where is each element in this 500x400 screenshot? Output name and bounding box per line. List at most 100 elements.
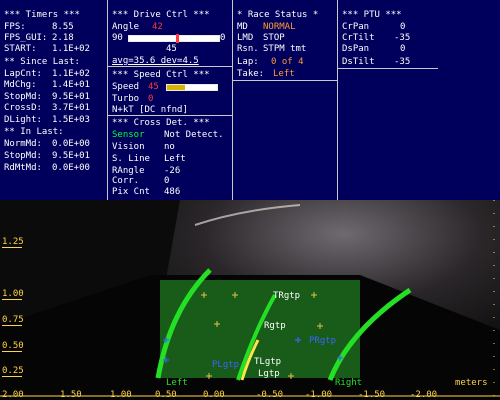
divider (233, 80, 337, 81)
lmd-value: STOP (263, 33, 285, 43)
rsn-value: STPM tmt (263, 44, 307, 54)
tlgtp-marker: TLgtp (254, 357, 282, 367)
angle-label: Angle (112, 22, 140, 32)
rgtp-marker: Rgtp (264, 321, 286, 331)
drive-panel: *** Drive Ctrl *** Angle 42 90 0 45 avg=… (108, 0, 232, 200)
x-tick: 0.00 (203, 390, 225, 400)
ptu-title: *** PTU *** (342, 10, 402, 20)
rsn-label: Rsn. (237, 44, 259, 54)
x-tick: -1.00 (305, 390, 333, 400)
units-label: meters (455, 378, 488, 388)
drive-title: *** Drive Ctrl *** (112, 10, 210, 20)
y-tick-0-50: 0.50 (2, 341, 24, 352)
stopmd2-label: StopMd: (4, 151, 42, 161)
start-label: START: (4, 44, 37, 54)
y-tick-1-00: 1.00 (2, 289, 24, 300)
lgtp-marker: Lgtp (258, 369, 280, 379)
take-value: Left (273, 69, 295, 79)
dspan-label: DsPan (342, 44, 370, 54)
plgtp-marker: PLgtp (212, 360, 240, 370)
lapcnt-value: 1.1E+02 (52, 69, 90, 79)
trgtp-marker: TRgtp (273, 291, 301, 301)
lmd-label: LMD (237, 33, 254, 43)
stopmd2-value: 9.5E+01 (52, 151, 90, 161)
x-tick: 2.00 (2, 390, 24, 400)
lap-value: 0 of 4 (271, 57, 304, 67)
pix-label: Pix Cnt (112, 187, 150, 197)
crpan-value: 0 (400, 22, 406, 32)
x-tick: 1.00 (110, 390, 132, 400)
divider (338, 68, 438, 69)
sline-label: S. Line (112, 154, 150, 164)
camera-overlay (0, 200, 500, 400)
md-value: NORMAL (263, 22, 296, 32)
stopmd-value: 9.5E+01 (52, 92, 90, 102)
turbo-value: 0 (148, 94, 154, 104)
slider-min-label: 90 (112, 33, 123, 43)
y-tick-1-25: 1.25 (2, 237, 24, 248)
in-last-title: ** In Last: (4, 127, 64, 137)
x-tick: -1.50 (358, 390, 386, 400)
race-title: * Race Status * (237, 10, 319, 20)
lap-label: Lap: (237, 57, 259, 67)
y-tick-0-25: 0.25 (2, 366, 24, 377)
fps-label: FPS: (4, 22, 26, 32)
normmd-label: NormMd: (4, 139, 42, 149)
rangle-label: RAngle (112, 166, 145, 176)
divider (108, 66, 232, 67)
slider-mid-label: 45 (166, 44, 177, 54)
slider-max-label: 0 (220, 33, 226, 43)
turbo-label: Turbo (112, 94, 140, 104)
x-tick: 0.50 (155, 390, 177, 400)
crpan-label: CrPan (342, 22, 370, 32)
crossd-label: CrossD: (4, 103, 42, 113)
speed-bar (166, 84, 218, 91)
divider (108, 115, 232, 116)
ptu-panel: *** PTU *** CrPan 0 CrTilt -35 DsPan 0 D… (338, 0, 500, 200)
fps-value: 8.55 (52, 22, 74, 32)
speed-value: 45 (148, 82, 159, 92)
dlight-label: DLight: (4, 115, 42, 125)
speed-bar-fill (167, 85, 185, 90)
angle-slider[interactable] (128, 34, 220, 43)
rangle-value: -26 (164, 166, 181, 176)
fps-gui-value: 2.18 (52, 33, 74, 43)
md-label: MD (237, 22, 248, 32)
lapcnt-label: LapCnt: (4, 69, 42, 79)
mdchg-value: 1.4E+01 (52, 80, 90, 90)
pix-value: 486 (164, 187, 181, 197)
start-value: 1.1E+02 (52, 44, 90, 54)
normmd-value: 0.0E+00 (52, 139, 90, 149)
x-tick: 1.50 (60, 390, 82, 400)
timers-title: *** Timers *** (4, 10, 80, 20)
angle-value: 42 (152, 22, 163, 32)
vision-value: no (164, 142, 175, 152)
crossd-value: 3.7E+01 (52, 103, 90, 113)
sensor-value: Not Detect. (164, 130, 224, 140)
timers-panel: *** Timers *** FPS: 8.55 FPS_GUI: 2.18 S… (0, 0, 107, 200)
dspan-value: 0 (400, 44, 406, 54)
cross-title: *** Cross Det. *** (112, 118, 210, 128)
right-lane-label: Right (335, 378, 363, 388)
corr-label: Corr. (112, 176, 140, 186)
take-label: Take: (237, 69, 265, 79)
race-status-panel: * Race Status * MD NORMAL LMD STOP Rsn. … (233, 0, 337, 200)
corr-value: 0 (164, 176, 170, 186)
since-last-title: ** Since Last: (4, 57, 80, 67)
crtilt-label: CrTilt (342, 33, 375, 43)
camera-view: 1.25 1.00 0.75 0.50 0.25 TRgtp Rgtp PRgt… (0, 200, 500, 400)
vision-label: Vision (112, 142, 145, 152)
sline-value: Left (164, 154, 186, 164)
nkt-readout: N+kT [DC nfnd] (112, 105, 188, 115)
telemetry-panel: *** Timers *** FPS: 8.55 FPS_GUI: 2.18 S… (0, 0, 500, 200)
mdchg-label: MdChg: (4, 80, 37, 90)
dlight-value: 1.5E+03 (52, 115, 90, 125)
x-tick: -2.00 (410, 390, 438, 400)
speed-title: *** Speed Ctrl *** (112, 70, 210, 80)
dstilt-value: -35 (394, 57, 411, 67)
y-tick-0-75: 0.75 (2, 315, 24, 326)
angle-slider-knob[interactable] (175, 34, 179, 43)
sensor-label: Sensor (112, 130, 145, 140)
prgtp-marker: PRgtp (309, 336, 337, 346)
speed-label: Speed (112, 82, 140, 92)
